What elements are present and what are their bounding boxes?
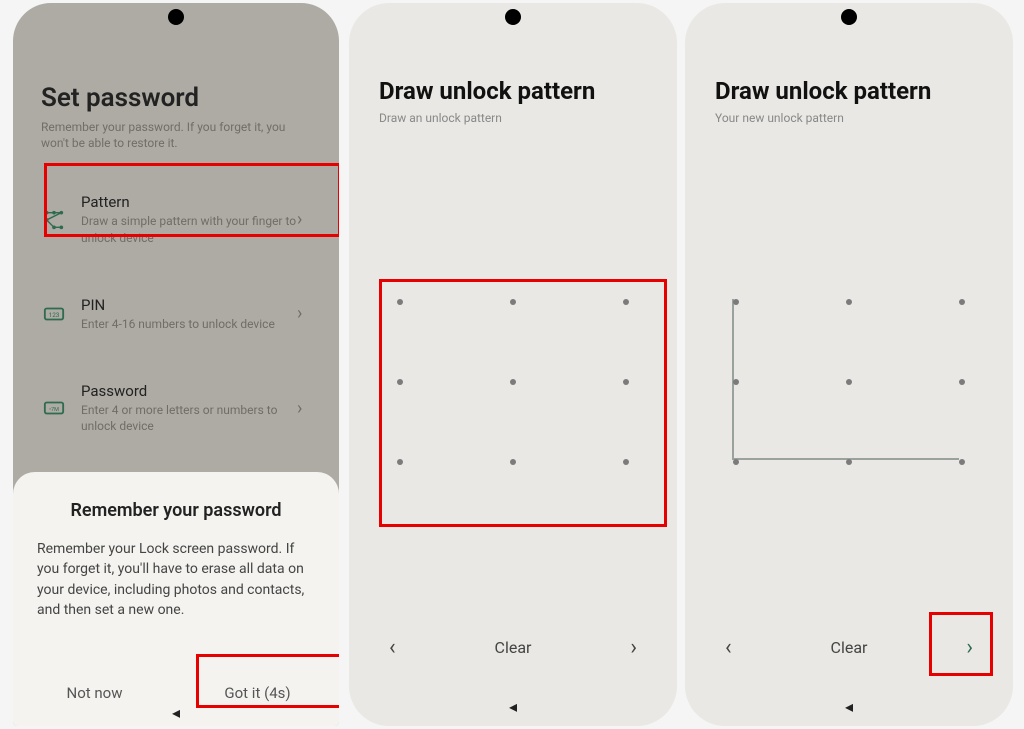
page-title: Draw unlock pattern [715,77,983,105]
option-sub: Enter 4-16 numbers to unlock device [81,316,297,332]
chevron-right-icon: › [297,398,311,419]
pattern-icon [41,207,67,233]
bottom-nav: ‹ Clear › [685,635,1013,660]
system-nav[interactable]: ◂ [349,697,677,716]
svg-text:•7M: •7M [49,407,59,413]
option-pattern[interactable]: Pattern Draw a simple pattern with your … [13,181,339,257]
option-password[interactable]: •7M Password Enter 4 or more letters or … [13,370,339,446]
got-it-button[interactable]: Got it (4s) [176,684,339,702]
phone-set-password: Set password Remember your password. If … [13,3,339,726]
next-button[interactable]: › [607,635,637,660]
page-subtitle: Draw an unlock pattern [379,111,647,125]
page-subtitle: Your new unlock pattern [715,111,983,125]
pattern-grid[interactable] [733,299,965,499]
option-title: PIN [81,296,297,314]
option-body: Password Enter 4 or more letters or numb… [81,382,297,434]
bottom-sheet: Remember your password Remember your Loc… [13,472,339,726]
sheet-body: Remember your Lock screen password. If y… [37,539,315,620]
system-nav[interactable]: ◂ [685,697,1013,716]
sheet-buttons: Not now Got it (4s) [13,684,339,702]
pin-icon: 123 [41,301,67,327]
chevron-right-icon: › [297,209,311,230]
header: Draw unlock pattern Draw an unlock patte… [349,3,677,125]
not-now-button[interactable]: Not now [13,684,176,702]
option-title: Pattern [81,193,297,211]
phone-draw-pattern-empty: Draw unlock pattern Draw an unlock patte… [349,3,677,726]
header: Set password Remember your password. If … [13,3,339,165]
password-icon: •7M [41,395,67,421]
canvas: Set password Remember your password. If … [0,0,1024,729]
back-button[interactable]: ‹ [725,635,755,660]
option-body: PIN Enter 4-16 numbers to unlock device [81,296,297,332]
phone-draw-pattern-drawn: Draw unlock pattern Your new unlock patt… [685,3,1013,726]
bottom-nav: ‹ Clear › [349,635,677,660]
page-subtitle: Remember your password. If you forget it… [41,119,311,151]
option-pin[interactable]: 123 PIN Enter 4-16 numbers to unlock dev… [13,284,339,344]
page-title: Set password [41,83,311,113]
system-nav[interactable]: ◂ [13,703,339,722]
next-button[interactable]: › [943,635,973,660]
page-title: Draw unlock pattern [379,77,647,105]
option-title: Password [81,382,297,400]
back-button[interactable]: ‹ [389,635,419,660]
svg-text:123: 123 [49,311,60,319]
option-body: Pattern Draw a simple pattern with your … [81,193,297,245]
clear-button[interactable]: Clear [419,638,607,657]
option-sub: Enter 4 or more letters or numbers to un… [81,402,297,434]
chevron-right-icon: › [297,303,311,324]
option-sub: Draw a simple pattern with your finger t… [81,213,297,245]
header: Draw unlock pattern Your new unlock patt… [685,3,1013,125]
sheet-title: Remember your password [37,500,315,521]
pattern-grid[interactable] [397,299,629,499]
clear-button[interactable]: Clear [755,638,943,657]
